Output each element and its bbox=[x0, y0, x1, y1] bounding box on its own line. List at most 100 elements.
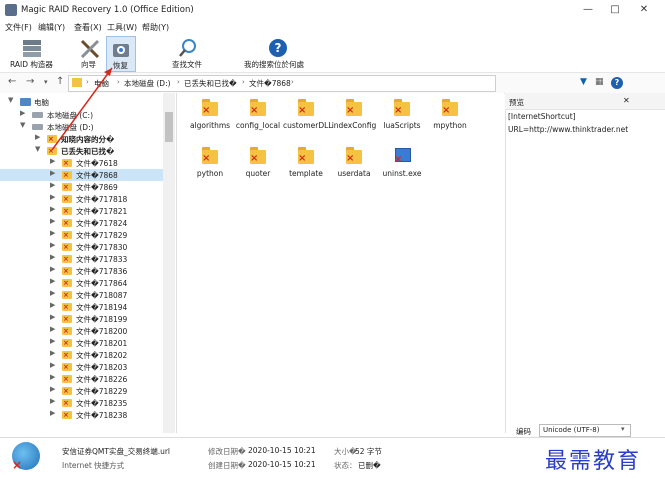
filter-icon[interactable]: ▼ bbox=[580, 77, 587, 87]
tools-icon bbox=[80, 39, 100, 58]
help-icon: ? bbox=[269, 39, 287, 57]
tree-item-file[interactable]: ▶ × 文件�717836 bbox=[0, 265, 163, 277]
chevron-right-icon[interactable]: ▶ bbox=[50, 193, 55, 201]
view-options-icon[interactable]: ▦ bbox=[595, 77, 604, 87]
folder-icon: × bbox=[62, 243, 72, 251]
chevron-right-icon[interactable]: ▶ bbox=[50, 337, 55, 345]
chevron-right-icon[interactable]: ▶ bbox=[50, 205, 55, 213]
chevron-right-icon[interactable]: ▶ bbox=[50, 361, 55, 369]
tree-item-file[interactable]: ▶ × 文件�718201 bbox=[0, 337, 163, 349]
tree-item-label: 文件�717824 bbox=[76, 219, 128, 228]
status-filename: 安信证券QMT实盘_交易终端.url bbox=[62, 447, 171, 456]
exe-icon: × bbox=[393, 146, 411, 166]
breadcrumb-folder[interactable]: 文件�7868 bbox=[249, 78, 291, 89]
tree-item-file[interactable]: ▶ × 文件�717818 bbox=[0, 193, 163, 205]
preview-title: 预览 bbox=[509, 98, 524, 107]
tree-item-file[interactable]: ▶ × 文件�717824 bbox=[0, 217, 163, 229]
folder-icon: × bbox=[62, 411, 72, 419]
tree-item-file[interactable]: ▶ × 文件�717829 bbox=[0, 229, 163, 241]
find-file-label: 查找文件 bbox=[172, 60, 202, 69]
tree-item-file[interactable]: ▶ × 文件�717830 bbox=[0, 241, 163, 253]
chevron-right-icon[interactable]: ▶ bbox=[50, 313, 55, 321]
status-modified-label: 修改日期� bbox=[208, 447, 246, 456]
tree-item-file[interactable]: ▶ × 文件�717833 bbox=[0, 253, 163, 265]
file-item[interactable]: × luaScripts bbox=[379, 98, 425, 138]
tree-item-label: 文件�717833 bbox=[76, 255, 128, 264]
file-item[interactable]: × python bbox=[187, 146, 233, 186]
menu-view[interactable]: 查看(X) bbox=[74, 22, 102, 33]
chevron-right-icon[interactable]: ▶ bbox=[50, 349, 55, 357]
tree-item-label: 文件�717864 bbox=[76, 279, 128, 288]
chevron-right-icon[interactable]: ▶ bbox=[50, 169, 55, 177]
tree-item-file[interactable]: ▶ × 文件�7868 bbox=[0, 169, 163, 181]
file-item[interactable]: × userdata bbox=[331, 146, 377, 186]
tree-item-file[interactable]: ▶ × 文件�7869 bbox=[0, 181, 163, 193]
file-item[interactable]: × customerDLL bbox=[283, 98, 332, 138]
status-size-value: 52 字节 bbox=[355, 447, 382, 456]
file-item-label: algorithms bbox=[189, 121, 231, 130]
folder-icon: × bbox=[62, 171, 72, 179]
chevron-right-icon[interactable]: ▶ bbox=[50, 301, 55, 309]
menu-file[interactable]: 文件(F) bbox=[5, 22, 32, 33]
chevron-right-icon[interactable]: ▶ bbox=[50, 241, 55, 249]
file-item[interactable]: × algorithms bbox=[187, 98, 233, 138]
preview-close-icon[interactable]: ✕ bbox=[623, 96, 630, 105]
chevron-right-icon[interactable]: ▶ bbox=[50, 181, 55, 189]
tree-item-file[interactable]: ▶ × 文件�718200 bbox=[0, 325, 163, 337]
file-item[interactable]: × config_local bbox=[235, 98, 281, 138]
tree-item-file[interactable]: ▶ × 文件�718202 bbox=[0, 349, 163, 361]
breadcrumb-lost-found[interactable]: 已丢失和已找� bbox=[184, 78, 237, 89]
tree-item-file[interactable]: ▶ × 文件�718199 bbox=[0, 313, 163, 325]
close-button[interactable]: ✕ bbox=[632, 2, 656, 18]
chevron-right-icon[interactable]: ▶ bbox=[50, 265, 55, 273]
chevron-right-icon[interactable]: ▶ bbox=[50, 253, 55, 261]
file-item[interactable]: × indexConfig bbox=[331, 98, 377, 138]
help-circle-icon[interactable]: ? bbox=[611, 77, 623, 89]
tree-item-file[interactable]: ▶ × 文件�717864 bbox=[0, 277, 163, 289]
status-created-label: 创建日期� bbox=[208, 461, 246, 470]
find-file-button[interactable]: 查找文件 bbox=[170, 36, 206, 70]
back-arrow-icon[interactable]: ← bbox=[8, 76, 16, 87]
chevron-right-icon[interactable]: ▶ bbox=[50, 289, 55, 297]
svg-text:?: ? bbox=[275, 41, 282, 55]
menu-edit[interactable]: 编辑(Y) bbox=[38, 22, 65, 33]
tree-scrollbar[interactable] bbox=[163, 93, 175, 433]
my-search-button[interactable]: ? 我的搜索位於何處 bbox=[244, 36, 314, 70]
menu-help[interactable]: 帮助(Y) bbox=[142, 22, 169, 33]
chevron-right-icon[interactable]: ▶ bbox=[50, 229, 55, 237]
tree-item-label: 文件�718238 bbox=[76, 411, 128, 420]
minimize-button[interactable]: — bbox=[576, 2, 600, 18]
encoding-select[interactable]: Unicode (UTF-8) ▾ bbox=[539, 424, 631, 437]
recover-icon bbox=[113, 44, 129, 57]
tree-item-file[interactable]: ▶ × 文件�718194 bbox=[0, 301, 163, 313]
chevron-right-icon[interactable]: ▶ bbox=[50, 385, 55, 393]
chevron-right-icon[interactable]: ▶ bbox=[50, 397, 55, 405]
tree-item-file[interactable]: ▶ × 文件�718238 bbox=[0, 409, 163, 421]
chevron-right-icon[interactable]: ▶ bbox=[50, 373, 55, 381]
chevron-right-icon[interactable]: ▶ bbox=[50, 325, 55, 333]
folder-icon: × bbox=[62, 327, 72, 335]
folder-icon: × bbox=[62, 279, 72, 287]
file-item[interactable]: × template bbox=[283, 146, 329, 186]
tree-item-file[interactable]: ▶ × 文件�718226 bbox=[0, 373, 163, 385]
tree-item-file[interactable]: ▶ × 文件�718203 bbox=[0, 361, 163, 373]
file-item[interactable]: × uninst.exe bbox=[379, 146, 425, 186]
chevron-right-icon[interactable]: ▶ bbox=[50, 277, 55, 285]
tree-item-file[interactable]: ▶ × 文件�718235 bbox=[0, 397, 163, 409]
status-state-value: 已删� bbox=[358, 461, 381, 470]
tree-item-file[interactable]: ▶ × 文件�718229 bbox=[0, 385, 163, 397]
raid-icon bbox=[23, 40, 41, 57]
tree-item-file[interactable]: ▶ × 文件�717821 bbox=[0, 205, 163, 217]
tree-item-label: 文件�718199 bbox=[76, 315, 128, 324]
tree-item-label: 文件�717821 bbox=[76, 207, 128, 216]
menu-tools[interactable]: 工具(W) bbox=[107, 22, 137, 33]
tree-item-file[interactable]: ▶ × 文件�718087 bbox=[0, 289, 163, 301]
chevron-right-icon[interactable]: ▶ bbox=[50, 409, 55, 417]
chevron-right-icon[interactable]: ▶ bbox=[50, 217, 55, 225]
maximize-button[interactable]: □ bbox=[603, 2, 627, 18]
forward-arrow-icon[interactable]: → bbox=[26, 76, 34, 87]
tree-scroll-thumb[interactable] bbox=[165, 112, 173, 142]
file-item[interactable]: × mpython bbox=[427, 98, 473, 138]
file-item[interactable]: × quoter bbox=[235, 146, 281, 186]
tree-item-label: 文件�718087 bbox=[76, 291, 128, 300]
